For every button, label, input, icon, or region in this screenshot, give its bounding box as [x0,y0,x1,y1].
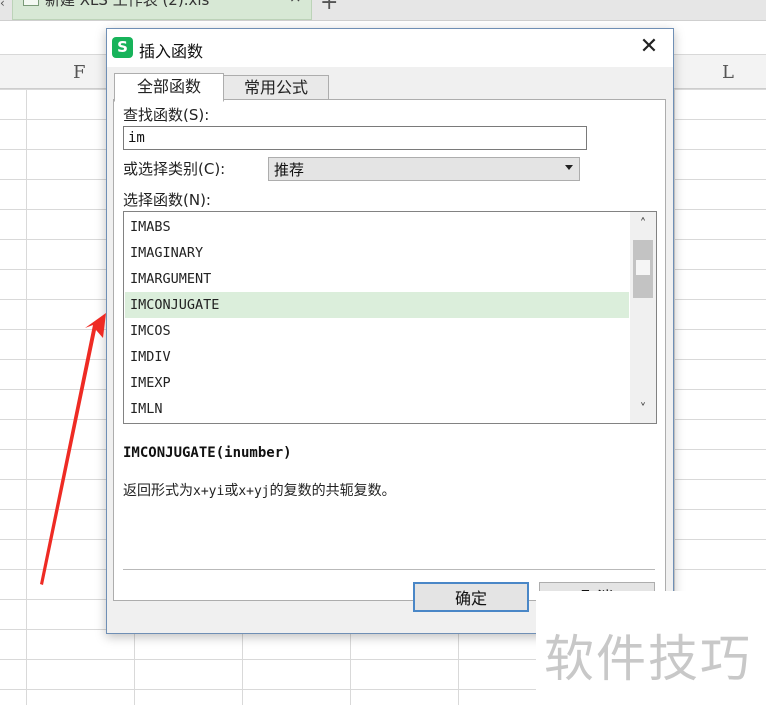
column-header-l[interactable]: L [722,62,734,83]
list-item[interactable]: IMEXP [125,370,629,396]
tab-scroll-left-icon[interactable]: ‹ [0,0,5,10]
document-tab-bar: ‹ 新建 XLS 工作表 (2).xls × + [0,0,766,21]
search-label: 查找函数(S): [123,106,210,124]
list-item[interactable]: IMARGUMENT [125,266,629,292]
category-label: 或选择类别(C): [123,160,226,178]
list-item[interactable]: IMCOS [125,318,629,344]
description-formula: x+yi [193,484,225,499]
column-header-f[interactable]: F [73,62,86,83]
function-listbox[interactable]: IMABS IMAGINARY IMARGUMENT IMCONJUGATE I… [123,211,657,424]
watermark-box: 软件技巧 [536,591,766,705]
function-description: 返回形式为x+yi或x+yj的复数的共轭复数。 [123,480,396,500]
scroll-up-icon[interactable]: ˄ [630,212,656,238]
description-text: 或 [224,483,239,499]
ok-button[interactable]: 确定 [413,582,529,612]
add-tab-icon[interactable]: + [320,0,338,15]
dialog-titlebar[interactable]: S 插入函数 ✕ [107,29,673,67]
list-item[interactable]: IMLN [125,396,629,422]
function-signature: IMCONJUGATE(inumber) [123,445,292,461]
dropdown-arrow-icon [565,165,573,170]
description-text: 返回形式为 [123,483,193,499]
category-select[interactable]: 推荐 [268,157,580,181]
search-function-input[interactable] [123,126,587,150]
app-logo-icon: S [112,37,133,58]
list-item[interactable]: IMAGINARY [125,240,629,266]
tab-common-formulas[interactable]: 常用公式 [223,75,329,101]
dialog-title: 插入函数 [139,42,204,61]
watermark-text: 软件技巧 [544,630,752,688]
document-tab-title: 新建 XLS 工作表 (2).xls [45,0,210,9]
close-icon[interactable]: ✕ [627,29,671,65]
divider [123,569,655,570]
document-tab[interactable]: 新建 XLS 工作表 (2).xls × [12,0,312,20]
description-text: 的复数的共轭复数。 [269,483,396,499]
tab-panel: 查找函数(S): 或选择类别(C): 推荐 选择函数(N): IMABS IMA… [113,99,666,601]
category-selected-value: 推荐 [274,161,305,179]
tab-all-functions[interactable]: 全部函数 [114,73,224,102]
insert-function-dialog: S 插入函数 ✕ 全部函数 常用公式 查找函数(S): 或选择类别(C): 推荐… [106,28,674,634]
list-item[interactable]: IMDIV [125,344,629,370]
list-scrollbar[interactable]: ˄ ˅ [630,212,656,423]
scroll-down-icon[interactable]: ˅ [630,397,656,423]
list-item-selected[interactable]: IMCONJUGATE [125,292,629,318]
scroll-thumb-grip [636,260,650,275]
file-icon [23,0,39,6]
list-item[interactable]: IMABS [125,214,629,240]
tab-close-icon[interactable]: × [289,0,302,6]
scroll-thumb[interactable] [633,240,653,298]
description-formula: x+yj [238,484,270,499]
function-list-label: 选择函数(N): [123,191,211,209]
